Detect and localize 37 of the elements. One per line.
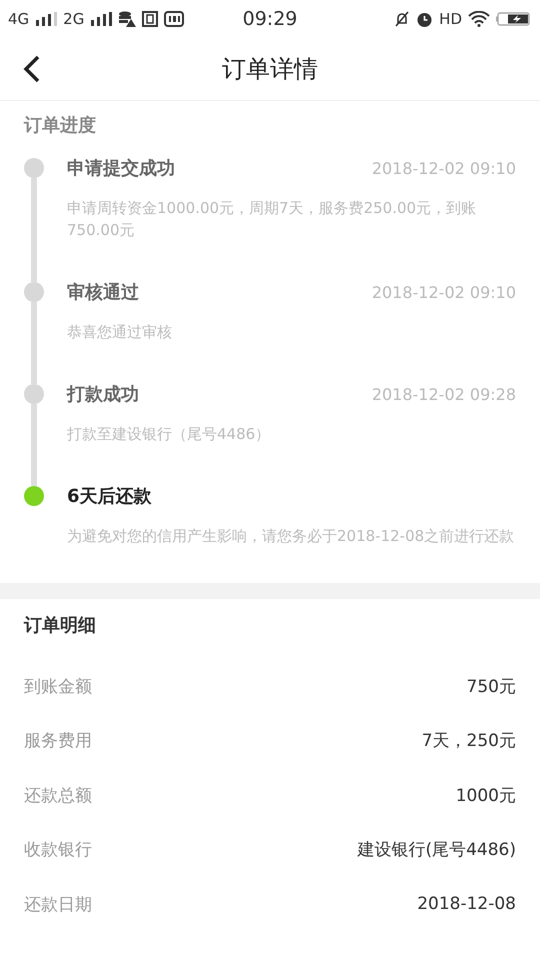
section-title: 订单进度 [22, 114, 97, 137]
step-description: 申请周转资金1000.00元，周期7天，服务费250.00元，到账750.00元 [67, 198, 478, 241]
detail-label: 服务费用 [24, 730, 92, 752]
step-description: 为避免对您的信用产生影响，请您务必于2018-12-08之前进行还款 [67, 526, 516, 547]
step-title: 6天后还款 [67, 485, 152, 508]
step-title: 申请提交成功 [67, 157, 175, 180]
detail-label: 到账金额 [24, 676, 92, 698]
step-time: 2018-12-02 09:28 [372, 384, 516, 404]
wifi-icon [468, 11, 490, 27]
step-description: 打款至建设银行（尾号4486） [67, 424, 272, 445]
detail-value: 1000元 [456, 784, 516, 807]
step-title: 打款成功 [67, 383, 139, 406]
detail-value: 7天，250元 [422, 730, 516, 752]
hd-label: HD [439, 10, 462, 28]
network-label: 4G [8, 10, 30, 28]
detail-label: 收款银行 [24, 839, 92, 862]
page-title: 订单详情 [222, 55, 318, 83]
detail-value: 建设银行(尾号4486) [357, 839, 516, 862]
signal-icon [35, 12, 58, 26]
step-description: 恭喜您通过审核 [67, 322, 173, 343]
network-label: 2G [63, 10, 84, 28]
battery-charging-icon [496, 11, 532, 27]
detail-label: 还款日期 [24, 894, 92, 916]
tv-app-icon [164, 11, 184, 27]
alarm-icon [416, 10, 434, 28]
detail-value: 750元 [466, 676, 516, 698]
step-title: 审核通过 [67, 281, 139, 304]
database-warning-icon [118, 11, 136, 27]
detail-value: 2018-12-08 [417, 894, 516, 914]
step-time: 2018-12-02 09:10 [372, 158, 516, 178]
muted-bell-icon [394, 11, 410, 27]
section-title: 订单明细 [22, 614, 97, 638]
clock-time: 09:29 [242, 8, 298, 30]
step-time: 2018-12-02 09:10 [372, 282, 516, 302]
square-app-icon [142, 11, 158, 27]
signal-icon [90, 12, 112, 26]
detail-label: 还款总额 [24, 784, 92, 807]
